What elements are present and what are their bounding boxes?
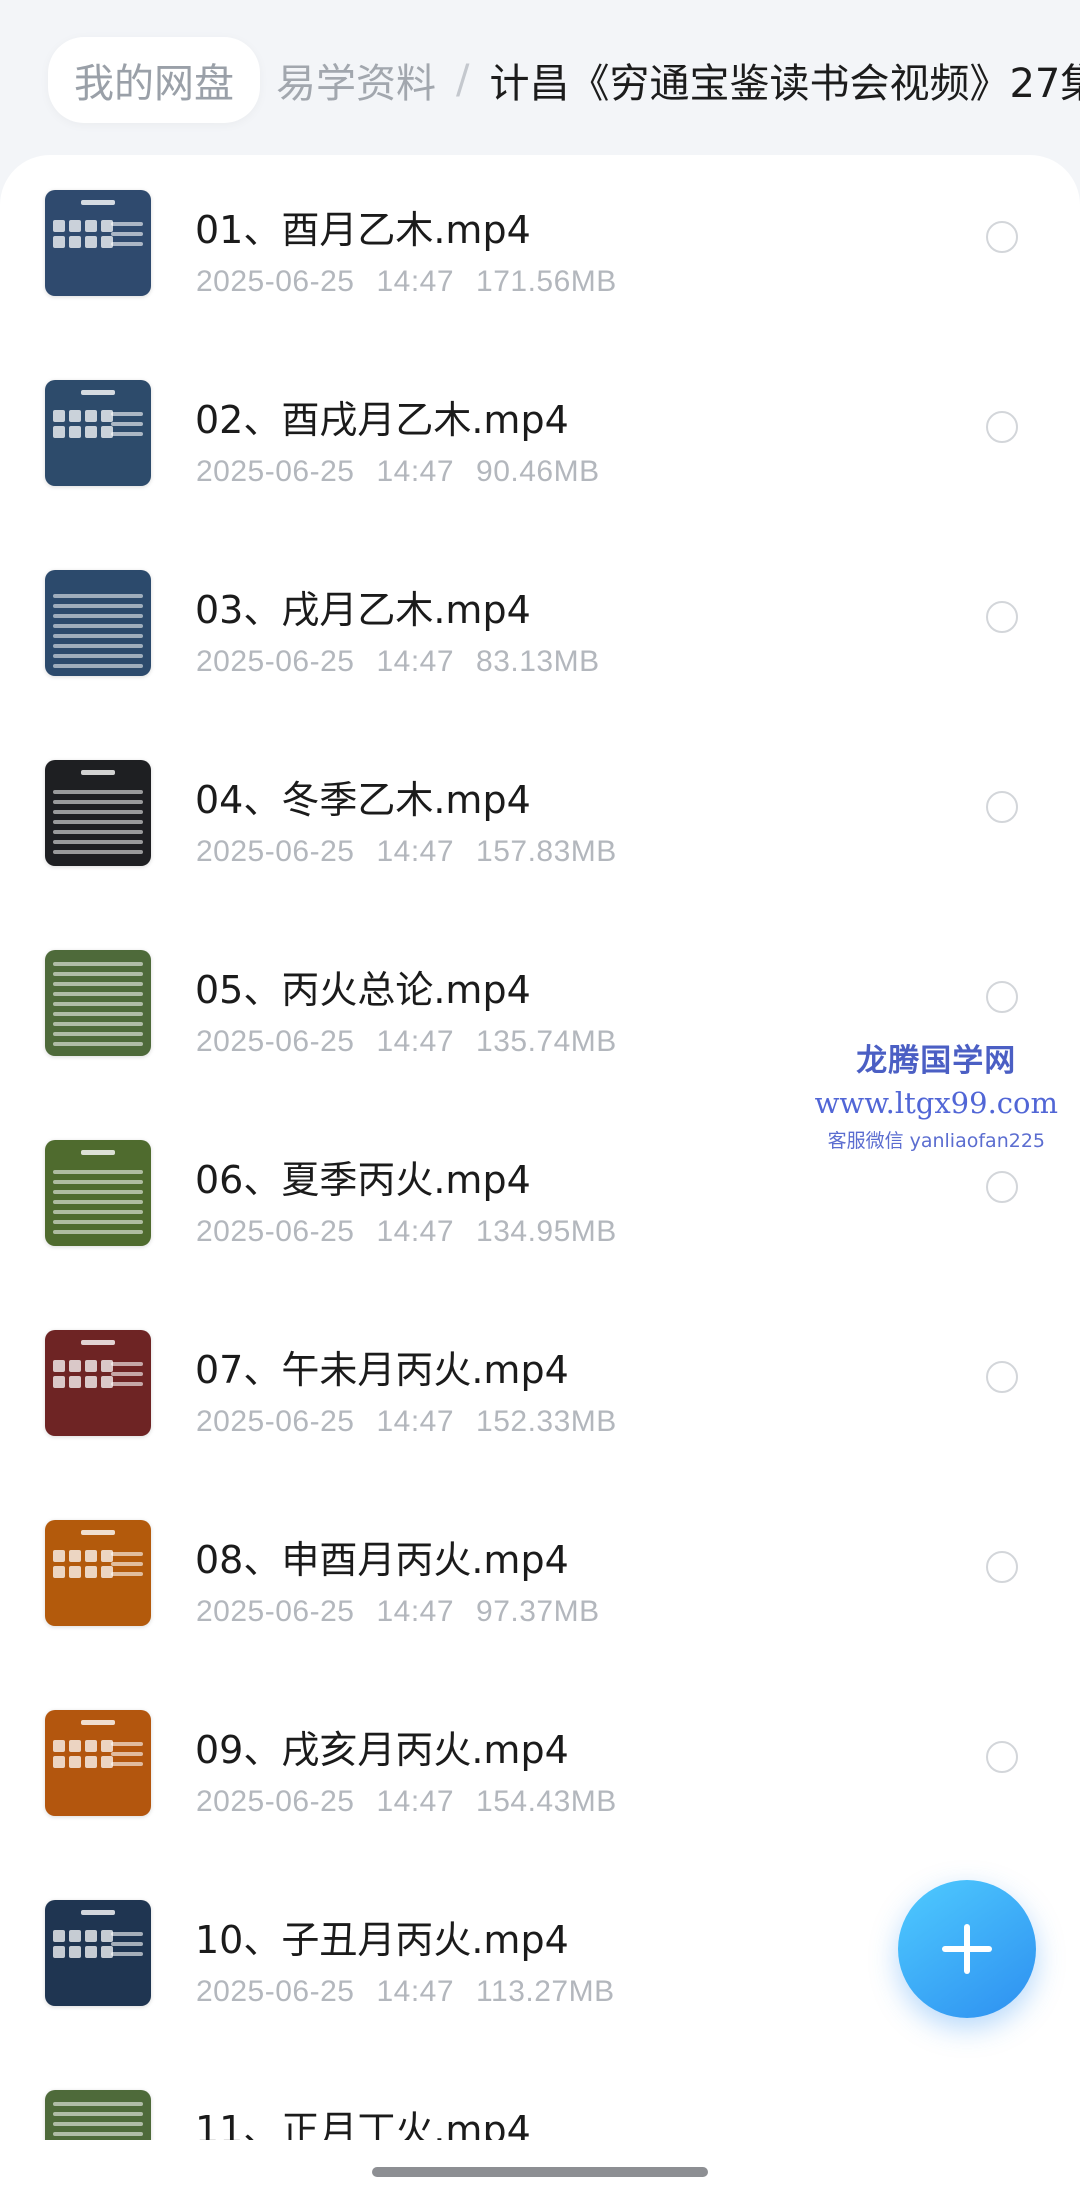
file-time: 14:47 <box>376 1025 455 1058</box>
file-date: 2025-06-25 <box>196 835 355 868</box>
file-size: 154.43MB <box>476 1785 617 1818</box>
file-name: 10、子丑月丙火.mp4 <box>195 1918 569 1962</box>
breadcrumb-parent[interactable]: 易学资料 <box>276 51 436 109</box>
file-date: 2025-06-25 <box>196 1785 355 1818</box>
file-name: 08、申酉月丙火.mp4 <box>195 1538 569 1582</box>
file-row[interactable]: 01、酉月乙木.mp4 2025-06-25 14:47 171.56MB <box>0 165 1080 355</box>
file-size: 134.95MB <box>476 1215 617 1248</box>
select-radio[interactable] <box>986 1171 1018 1203</box>
file-name: 02、酉戌月乙木.mp4 <box>195 398 569 442</box>
file-meta: 2025-06-25 14:47 171.56MB <box>196 265 617 299</box>
file-row[interactable]: 04、冬季乙木.mp4 2025-06-25 14:47 157.83MB <box>0 735 1080 925</box>
select-radio[interactable] <box>986 1361 1018 1393</box>
plus-icon-stroke <box>964 1924 970 1974</box>
video-thumbnail <box>45 570 151 676</box>
select-radio[interactable] <box>986 411 1018 443</box>
file-meta: 2025-06-25 14:47 135.74MB <box>196 1025 617 1059</box>
video-thumbnail <box>45 1710 151 1816</box>
file-date: 2025-06-25 <box>196 1595 355 1628</box>
file-time: 14:47 <box>376 265 455 298</box>
video-thumbnail <box>45 1330 151 1436</box>
select-radio[interactable] <box>986 1551 1018 1583</box>
file-meta: 2025-06-25 14:47 97.37MB <box>196 1595 600 1629</box>
file-row[interactable]: 03、戌月乙木.mp4 2025-06-25 14:47 83.13MB <box>0 545 1080 735</box>
file-name: 04、冬季乙木.mp4 <box>195 778 531 822</box>
breadcrumb-current-folder: 计昌《穷通宝鉴读书会视频》27集 <box>489 61 1080 107</box>
file-row[interactable]: 07、午未月丙火.mp4 2025-06-25 14:47 152.33MB <box>0 1305 1080 1495</box>
video-thumbnail <box>45 1140 151 1246</box>
file-time: 14:47 <box>376 835 455 868</box>
file-name: 05、丙火总论.mp4 <box>195 968 531 1012</box>
file-time: 14:47 <box>376 1785 455 1818</box>
file-size: 97.37MB <box>476 1595 600 1628</box>
file-browser-screen: 我的网盘 易学资料 / 计昌《穷通宝鉴读书会视频》27集 01、酉月乙木.mp4… <box>0 0 1080 2208</box>
file-size: 152.33MB <box>476 1405 617 1438</box>
video-thumbnail <box>45 380 151 486</box>
file-time: 14:47 <box>376 455 455 488</box>
file-time: 14:47 <box>376 1595 455 1628</box>
file-date: 2025-06-25 <box>196 1975 355 2008</box>
file-date: 2025-06-25 <box>196 645 355 678</box>
video-thumbnail <box>45 760 151 866</box>
file-name: 09、戌亥月丙火.mp4 <box>195 1728 569 1772</box>
breadcrumb: 我的网盘 易学资料 / 计昌《穷通宝鉴读书会视频》27集 <box>0 0 1080 160</box>
file-size: 135.74MB <box>476 1025 617 1058</box>
file-meta: 2025-06-25 14:47 152.33MB <box>196 1405 617 1439</box>
file-meta: 2025-06-25 14:47 154.43MB <box>196 1785 617 1819</box>
file-name: 01、酉月乙木.mp4 <box>195 208 531 252</box>
file-meta: 2025-06-25 14:47 90.46MB <box>196 455 600 489</box>
select-radio[interactable] <box>986 221 1018 253</box>
file-size: 171.56MB <box>476 265 617 298</box>
video-thumbnail <box>45 190 151 296</box>
file-row[interactable]: 02、酉戌月乙木.mp4 2025-06-25 14:47 90.46MB <box>0 355 1080 545</box>
watermark-title: 龙腾国学网 <box>856 1043 1017 1079</box>
add-button[interactable] <box>898 1880 1036 2018</box>
video-thumbnail <box>45 950 151 1056</box>
file-date: 2025-06-25 <box>196 1215 355 1248</box>
file-meta: 2025-06-25 14:47 134.95MB <box>196 1215 617 1249</box>
file-time: 14:47 <box>376 1215 455 1248</box>
breadcrumb-separator: / <box>456 57 470 103</box>
file-time: 14:47 <box>376 1975 455 2008</box>
file-size: 83.13MB <box>476 645 600 678</box>
file-name: 03、戌月乙木.mp4 <box>195 588 531 632</box>
file-size: 90.46MB <box>476 455 600 488</box>
file-row[interactable]: 09、戌亥月丙火.mp4 2025-06-25 14:47 154.43MB <box>0 1685 1080 1875</box>
video-thumbnail <box>45 1900 151 2006</box>
file-name: 07、午未月丙火.mp4 <box>195 1348 569 1392</box>
file-size: 113.27MB <box>476 1975 615 2008</box>
watermark-contact: 客服微信 yanliaofan225 <box>827 1130 1045 1152</box>
select-radio[interactable] <box>986 791 1018 823</box>
file-date: 2025-06-25 <box>196 455 355 488</box>
watermark: 龙腾国学网 www.ltgx99.com 客服微信 yanliaofan225 <box>815 1035 1058 1153</box>
file-meta: 2025-06-25 14:47 157.83MB <box>196 835 617 869</box>
file-date: 2025-06-25 <box>196 1405 355 1438</box>
file-date: 2025-06-25 <box>196 265 355 298</box>
select-radio[interactable] <box>986 1741 1018 1773</box>
file-date: 2025-06-25 <box>196 1025 355 1058</box>
select-radio[interactable] <box>986 601 1018 633</box>
home-indicator[interactable] <box>372 2167 708 2177</box>
file-meta: 2025-06-25 14:47 83.13MB <box>196 645 600 679</box>
file-time: 14:47 <box>376 645 455 678</box>
file-size: 157.83MB <box>476 835 617 868</box>
file-time: 14:47 <box>376 1405 455 1438</box>
video-thumbnail <box>45 1520 151 1626</box>
breadcrumb-home[interactable]: 我的网盘 <box>48 37 260 123</box>
file-name: 06、夏季丙火.mp4 <box>195 1158 531 1202</box>
file-meta: 2025-06-25 14:47 113.27MB <box>196 1975 615 2009</box>
select-radio[interactable] <box>986 981 1018 1013</box>
watermark-url: www.ltgx99.com <box>814 1086 1058 1120</box>
file-row[interactable]: 08、申酉月丙火.mp4 2025-06-25 14:47 97.37MB <box>0 1495 1080 1685</box>
